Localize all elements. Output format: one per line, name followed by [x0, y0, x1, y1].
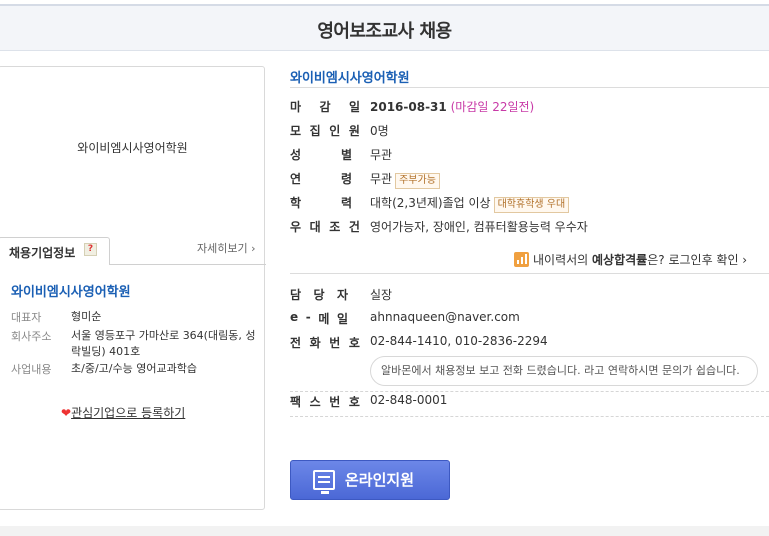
education-row: 학력 대학(2,3년제)졸업 이상 대학휴학생 우대 [290, 194, 769, 214]
age-label: 연령 [290, 172, 352, 186]
deadline-row: 마감일 2016-08-31 (마감일 22일전) [290, 98, 769, 118]
gender-label: 성별 [290, 148, 352, 162]
phone-note: 알바몬에서 채용정보 보고 전화 드렸습니다. 라고 연락하시면 문의가 쉽습니… [370, 356, 758, 386]
chart-icon [514, 252, 529, 267]
help-icon[interactable]: ? [84, 243, 97, 256]
tab-company-info-label: 채용기업정보 [9, 246, 76, 260]
fax-value: 02-848-0001 [370, 393, 448, 407]
phone-value: 02-844-1410, 010-2836-2294 [370, 334, 548, 348]
favorite-company[interactable]: ❤관심기업으로 등록하기 [61, 404, 185, 421]
company-name[interactable]: 와이비엠시사영어학원 [11, 281, 131, 300]
education-value: 대학(2,3년제)졸업 이상 [370, 196, 491, 210]
apply-online-label: 온라인지원 [345, 471, 415, 489]
business-label: 사업내용 [11, 363, 52, 376]
tab-divider [109, 264, 266, 265]
fax-label: 팩스번호 [290, 395, 360, 409]
education-tag: 대학휴학생 우대 [493, 197, 570, 213]
company-detail-link[interactable]: 자세히보기 › [197, 240, 256, 256]
manager-row: 담당자 실장 [290, 286, 769, 306]
divider [290, 87, 769, 88]
phone-label: 전화번호 [290, 336, 360, 350]
ceo-label: 대표자 [11, 311, 42, 324]
fax-row: 팩스번호 02-848-0001 [290, 393, 769, 413]
deadline-value: 2016-08-31 [370, 100, 447, 114]
email-value[interactable]: ahnnaqueen@naver.com [370, 310, 520, 324]
address-label: 회사주소 [11, 330, 52, 343]
recruits-value: 0명 [370, 124, 389, 138]
age-value: 무관 [370, 172, 393, 186]
education-label: 학력 [290, 196, 352, 210]
divider [290, 273, 769, 274]
gender-row: 성별 무관 [290, 146, 769, 166]
ceo-value: 형미순 [71, 310, 102, 323]
preference-row: 우대조건 영어가능자, 장애인, 컴퓨터활용능력 우수자 [290, 218, 769, 238]
gender-value: 무관 [370, 148, 393, 162]
heart-icon: ❤ [61, 406, 72, 420]
email-label: e-메일 [290, 310, 348, 326]
recruits-row: 모집인원 0명 [290, 122, 769, 142]
preference-label: 우대조건 [290, 220, 360, 234]
divider [290, 416, 769, 417]
manager-label: 담당자 [290, 288, 348, 302]
job-company-name[interactable]: 와이비엠시사영어학원 [290, 67, 410, 86]
address-value: 서울 영등포구 가마산로 364(대림동, 성락빌딩) 401호 [71, 329, 256, 358]
divider [290, 391, 769, 392]
phone-row: 전화번호 02-844-1410, 010-2836-2294 [290, 334, 769, 354]
deadline-label: 마감일 [290, 100, 360, 114]
recruits-label: 모집인원 [290, 124, 360, 138]
business-value: 초/중/고/수능 영어교과학습 [71, 362, 197, 375]
title-bar: 영어보조교사 채용 [0, 4, 769, 51]
manager-value: 실장 [370, 288, 393, 302]
favorite-company-link[interactable]: 관심기업으로 등록하기 [71, 406, 185, 420]
page-title: 영어보조교사 채용 [317, 21, 452, 42]
age-row: 연령 무관 주부가능 [290, 170, 769, 190]
company-info-panel: 와이비엠시사영어학원 채용기업정보 ? 자세히보기 › 와이비엠시사영어학원 대… [0, 66, 266, 510]
document-icon [313, 470, 335, 494]
expect-pass-rate-link[interactable]: 내이력서의 예상합격률은? 로그인후 확인 › [514, 251, 747, 268]
footer-band [0, 526, 769, 536]
email-row: e-메일 ahnnaqueen@naver.com [290, 310, 769, 330]
company-logo: 와이비엠시사영어학원 [77, 141, 188, 155]
apply-online-button[interactable]: 온라인지원 [290, 460, 450, 500]
preference-value: 영어가능자, 장애인, 컴퓨터활용능력 우수자 [370, 220, 588, 234]
dday-text: (마감일 22일전) [450, 100, 535, 114]
age-tag: 주부가능 [395, 173, 440, 189]
